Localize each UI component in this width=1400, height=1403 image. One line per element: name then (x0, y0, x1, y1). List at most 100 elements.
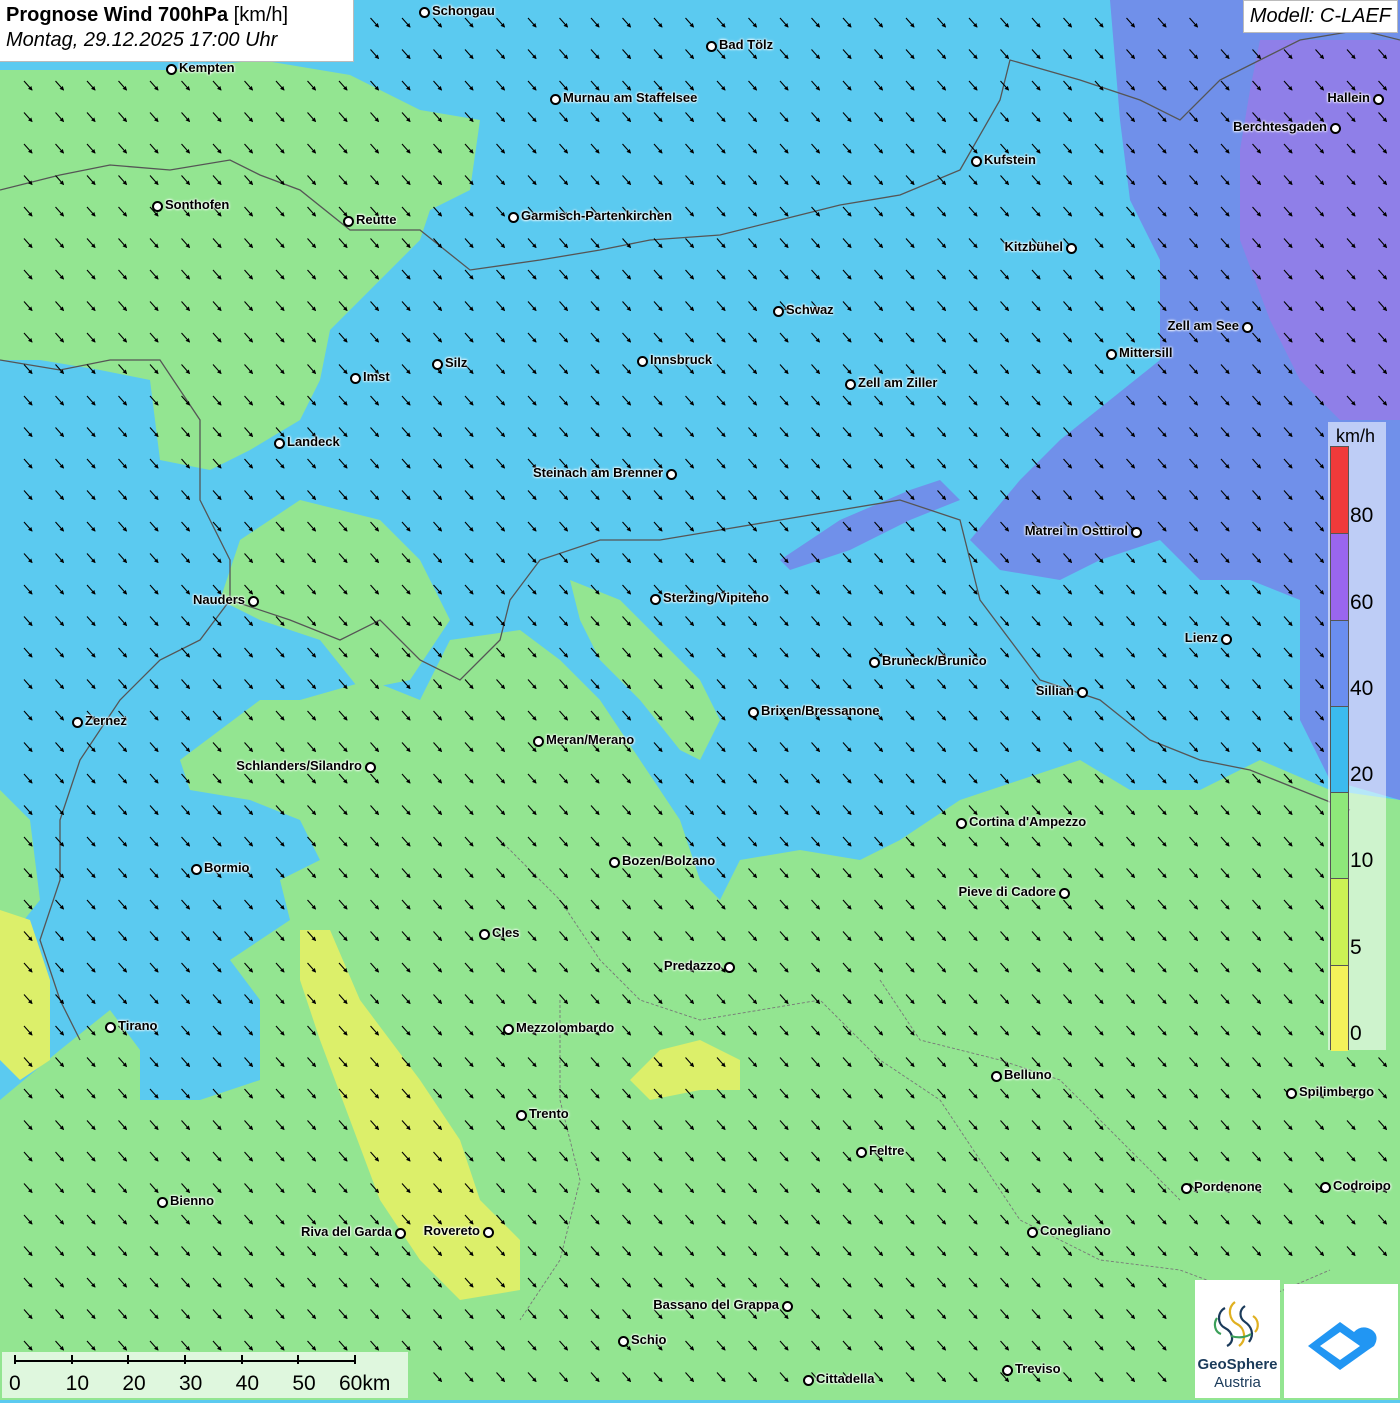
city-marker (479, 929, 490, 940)
city-label: Kempten (179, 60, 235, 75)
scale-label: 60km (339, 1372, 391, 1395)
geosphere-logo-line1: GeoSphere (1197, 1356, 1278, 1373)
city-label: Meran/Merano (546, 732, 635, 747)
city-marker (1059, 888, 1070, 899)
city-marker (350, 373, 361, 384)
city-marker (748, 707, 759, 718)
city-marker (105, 1022, 116, 1033)
city-marker (971, 156, 982, 167)
color-legend: km/h 80 60 40 20 10 5 0 (1328, 422, 1386, 1051)
city-label: Feltre (869, 1143, 905, 1158)
model-label: Modell: C-LAEF (1242, 0, 1398, 33)
city-marker (483, 1227, 494, 1238)
city-label: Schwaz (786, 302, 834, 317)
map-title-unit: [km/h] (233, 4, 289, 26)
city-marker (1131, 527, 1142, 538)
city-label: Bruneck/Brunico (882, 653, 987, 668)
city-marker (845, 379, 856, 390)
scale-tick (184, 1355, 186, 1364)
city-marker (706, 41, 717, 52)
city-label: Reutte (356, 212, 397, 227)
weather-app-logo[interactable] (1284, 1284, 1398, 1398)
map-title-main: Prognose Wind 700hPa (6, 4, 229, 26)
scale-label: 20 (122, 1372, 146, 1395)
legend-bar (1330, 446, 1349, 1051)
scale-label: 50 (292, 1372, 316, 1395)
city-marker (1221, 634, 1232, 645)
legend-label: 80 (1350, 504, 1374, 528)
city-marker (1286, 1088, 1297, 1099)
city-marker (803, 1375, 814, 1386)
city-marker (1373, 94, 1384, 105)
city-label: Spilimbergo (1299, 1084, 1375, 1099)
city-label: Bassano del Grappa (653, 1297, 779, 1312)
legend-swatch (1331, 792, 1348, 879)
scale-label: 10 (65, 1372, 90, 1395)
city-marker (248, 596, 259, 607)
city-label: Conegliano (1040, 1223, 1111, 1238)
legend-swatch (1331, 619, 1348, 706)
city-marker (1330, 123, 1341, 134)
city-label: Kufstein (984, 152, 1036, 167)
legend-swatch (1331, 447, 1348, 534)
title-box: Prognose Wind 700hPa [km/h] Montag, 29.1… (0, 0, 354, 62)
city-marker (395, 1228, 406, 1239)
city-marker (1181, 1183, 1192, 1194)
legend-unit: km/h (1336, 426, 1376, 446)
city-label: Predazzo (663, 958, 721, 973)
city-marker (503, 1024, 514, 1035)
city-label: Mittersill (1119, 345, 1173, 360)
scale-label: 30 (179, 1372, 203, 1395)
city-marker (773, 306, 784, 317)
city-label: Innsbruck (650, 352, 713, 367)
scale-tick (14, 1355, 16, 1364)
city-marker (666, 469, 677, 480)
scale-label: 40 (235, 1372, 260, 1395)
city-marker (609, 857, 620, 868)
city-label: Mezzolombardo (516, 1020, 615, 1035)
scale-tick (297, 1355, 300, 1364)
cloud-arrow-icon (1308, 1322, 1377, 1370)
city-marker (1002, 1365, 1013, 1376)
legend-swatch (1331, 533, 1348, 620)
city-label: Sillian (1035, 683, 1074, 698)
city-label: Pieve di Cadore (958, 884, 1056, 899)
legend-label: 60 (1350, 590, 1374, 614)
scale-tick (70, 1355, 73, 1364)
legend-label: 0 (1350, 1022, 1362, 1045)
city-label: Schio (631, 1332, 667, 1347)
city-marker (508, 212, 519, 223)
city-label: Bad Tölz (719, 37, 774, 52)
city-label: Bormio (204, 860, 250, 875)
city-label: Berchtesgaden (1233, 119, 1327, 134)
city-marker (1077, 687, 1088, 698)
city-marker (157, 1197, 168, 1208)
city-label: Pordenone (1194, 1179, 1262, 1194)
city-marker (1027, 1227, 1038, 1238)
city-marker (516, 1110, 527, 1121)
geosphere-logo[interactable]: GeoSphere Austria (1195, 1280, 1280, 1398)
city-marker (869, 657, 880, 668)
city-label: Tirano (118, 1018, 158, 1033)
city-marker (637, 356, 648, 367)
city-label: Imst (363, 369, 390, 384)
city-marker (419, 7, 430, 18)
city-label: Cles (492, 925, 520, 940)
legend-label: 40 (1350, 676, 1374, 700)
city-label: Treviso (1015, 1361, 1061, 1376)
city-label: Bienno (170, 1193, 215, 1208)
city-marker (1066, 243, 1077, 254)
city-marker (618, 1336, 629, 1347)
city-label: Landeck (287, 434, 340, 449)
legend-swatch (1331, 705, 1348, 793)
city-label: Cittadella (816, 1371, 875, 1386)
city-marker (782, 1301, 793, 1312)
city-label: Steinach am Brenner (532, 465, 663, 480)
city-marker (991, 1071, 1002, 1082)
city-marker (1242, 322, 1253, 333)
city-label: Trento (529, 1106, 569, 1121)
city-marker (1320, 1182, 1331, 1193)
map-title: Prognose Wind 700hPa [km/h] (6, 4, 347, 27)
city-label: Riva del Garda (300, 1224, 392, 1239)
legend-label: 20 (1350, 763, 1374, 787)
